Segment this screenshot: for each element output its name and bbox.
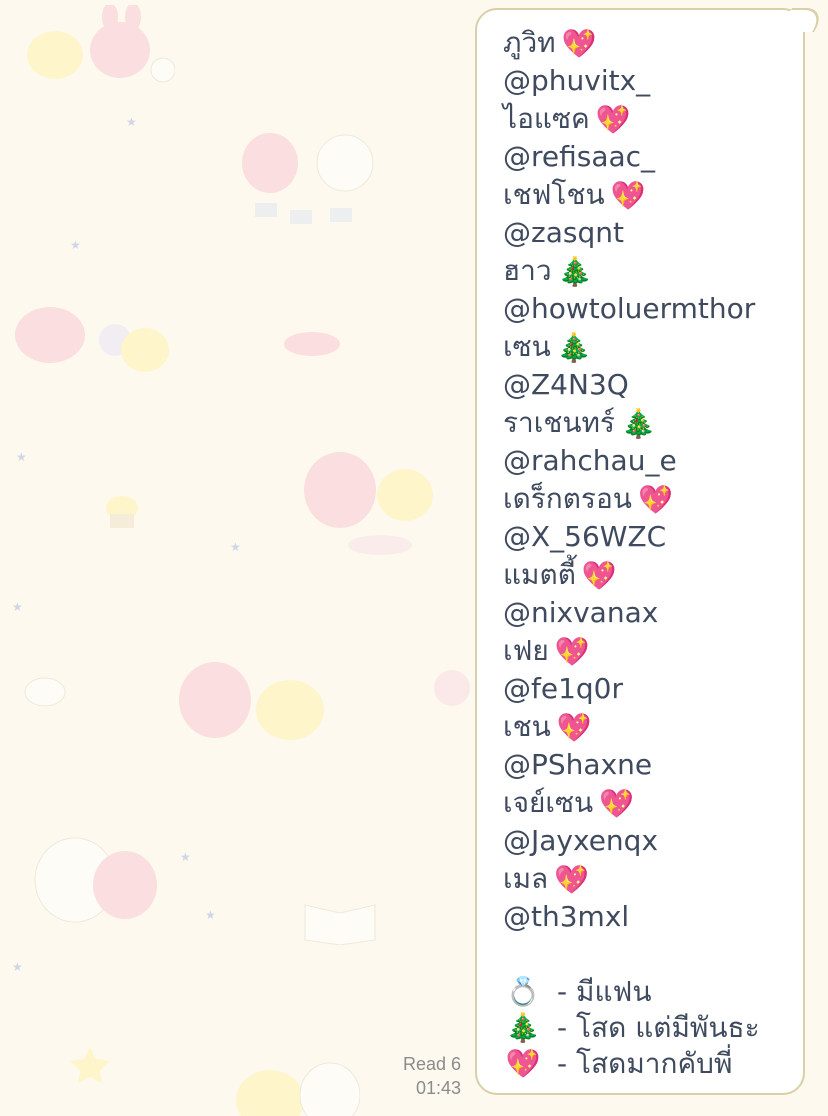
star-icon: ★ — [70, 238, 81, 252]
line-text: @X_56WZC — [503, 520, 667, 553]
name-line: ราเชนทร์ 🎄 — [503, 404, 803, 442]
sleepy-bunnies-sticker-icon — [179, 662, 324, 740]
line-text: @rahchau_e — [503, 444, 677, 477]
name-line: เจย์เซน 💖 — [503, 784, 803, 822]
name-line: เชน 💖 — [503, 708, 803, 746]
name-line: ภูวิท 💖 — [503, 24, 803, 62]
christmas-tree-icon: 🎄 — [557, 255, 593, 288]
name-line: เชฟโชน 💖 — [503, 176, 803, 214]
star-icon: ★ — [205, 908, 216, 922]
ring-icon: 💍 — [505, 975, 541, 1008]
handle-line: @fe1q0r — [503, 670, 803, 708]
line-text: ราเชนทร์ — [503, 406, 615, 439]
message-time: 01:43 — [415, 1078, 461, 1098]
handle-line: @Z4N3Q — [503, 366, 803, 404]
message-meta: Read 6 01:43 — [403, 1052, 461, 1100]
christmas-tree-icon: 🎄 — [620, 407, 656, 440]
read-receipt: Read 6 — [402, 1054, 461, 1074]
big-bunny-sticker-icon — [34, 837, 157, 923]
cards-sticker-icon — [242, 133, 374, 224]
line-text: @refisaac_ — [503, 140, 656, 173]
handle-line: @refisaac_ — [503, 138, 803, 176]
star-icon: ★ — [12, 600, 23, 614]
line-text: @Z4N3Q — [503, 368, 629, 401]
christmas-tree-icon: 🎄 — [556, 331, 592, 364]
line-text: เมล — [503, 862, 549, 895]
sparkling-heart-icon: 💖 — [556, 711, 592, 744]
line-text: เซน — [503, 330, 551, 363]
message-lines: ภูวิท 💖 @phuvitx_ ไอแซค 💖 @refisaac_ เชฟโชน 💖 @z… — [503, 24, 803, 936]
line-text: @Jayxenqx — [503, 824, 659, 857]
sparkling-heart-icon: 💖 — [554, 863, 590, 896]
mirror-sticker-icon — [15, 307, 169, 372]
bunny-sticker-icon — [27, 5, 175, 83]
line-text: เฟย — [503, 634, 549, 667]
handle-line: @phuvitx_ — [503, 62, 803, 100]
shoes-sticker-icon — [284, 332, 340, 356]
line-text: @PShaxne — [503, 748, 653, 781]
line-text: @howtoluermthor — [503, 292, 756, 325]
handle-line: @zasqnt — [503, 214, 803, 252]
book-icon — [304, 904, 376, 945]
line-text: @nixvanax — [503, 596, 659, 629]
bottom-bunny-sticker-icon — [236, 1062, 360, 1116]
handle-line: @howtoluermthor — [503, 290, 803, 328]
name-line: เซน 🎄 — [503, 328, 803, 366]
line-text: ไอแซค — [503, 102, 590, 135]
sparkling-heart-icon: 💖 — [599, 787, 634, 820]
handle-line: @X_56WZC — [503, 518, 803, 556]
tea-sticker-icon — [304, 452, 433, 555]
line-text: แมตตี้ — [503, 558, 576, 591]
sparkling-heart-icon: 💖 — [561, 27, 597, 60]
sparkling-heart-icon: 💖 — [554, 635, 590, 668]
message-bubble[interactable]: ภูวิท 💖 @phuvitx_ ไอแซค 💖 @refisaac_ เชฟโชน 💖 @z… — [475, 8, 828, 1095]
christmas-tree-icon: 🎄 — [505, 1011, 541, 1044]
name-line: เฟย 💖 — [503, 632, 803, 670]
sparkling-heart-icon: 💖 — [505, 1047, 541, 1080]
line-text: เดร็กตรอน — [503, 482, 632, 515]
star-icon: ★ — [126, 115, 137, 129]
star-icon: ★ — [230, 540, 241, 554]
legend-row: 💖 - โสดมากคับพี่ — [503, 1046, 803, 1082]
badge-sticker-icon — [70, 1047, 110, 1083]
legend-row: 🎄 - โสด แต่มีพันธะ — [503, 1010, 803, 1046]
name-line: ไอแซค 💖 — [503, 100, 803, 138]
handle-line: @Jayxenqx — [503, 822, 803, 860]
handle-line: @th3mxl — [503, 898, 803, 936]
line-text: เจย์เซน — [503, 786, 594, 819]
cupcake-icon — [106, 496, 138, 528]
sparkling-heart-icon: 💖 — [610, 179, 646, 212]
name-line: แมตตี้ 💖 — [503, 556, 803, 594]
line-text: @zasqnt — [503, 216, 624, 249]
name-line: เดร็กตรอน 💖 — [503, 480, 803, 518]
legend-text: - โสด แต่มีพันธะ — [557, 1011, 760, 1044]
star-icon: ★ — [16, 450, 27, 464]
line-text: เชฟโชน — [503, 178, 605, 211]
emoji-legend: 💍 - มีแฟน 🎄 - โสด แต่มีพันธะ 💖 - โสดมากคับพี่ — [503, 974, 803, 1082]
line-text: เชน — [503, 710, 551, 743]
star-icon: ★ — [180, 850, 191, 864]
name-line: เมล 💖 — [503, 860, 803, 898]
legend-text: - โสดมากคับพี่ — [557, 1047, 733, 1080]
line-text: ฮาว — [503, 254, 552, 287]
sparkling-heart-icon: 💖 — [581, 559, 617, 592]
handle-line: @PShaxne — [503, 746, 803, 784]
handle-line: @nixvanax — [503, 594, 803, 632]
handle-line: @rahchau_e — [503, 442, 803, 480]
name-line: ฮาว 🎄 — [503, 252, 803, 290]
sparkling-heart-icon: 💖 — [637, 483, 673, 516]
star-icon: ★ — [12, 960, 23, 974]
sparkling-heart-icon: 💖 — [595, 103, 631, 136]
small-bunny-icon — [24, 677, 66, 707]
line-text: @phuvitx_ — [503, 64, 651, 97]
legend-row: 💍 - มีแฟน — [503, 974, 803, 1010]
line-text: @th3mxl — [503, 900, 630, 933]
cushion-icon — [434, 670, 470, 706]
legend-text: - มีแฟน — [557, 975, 652, 1008]
line-text: ภูวิท — [503, 26, 556, 59]
line-text: @fe1q0r — [503, 672, 623, 705]
